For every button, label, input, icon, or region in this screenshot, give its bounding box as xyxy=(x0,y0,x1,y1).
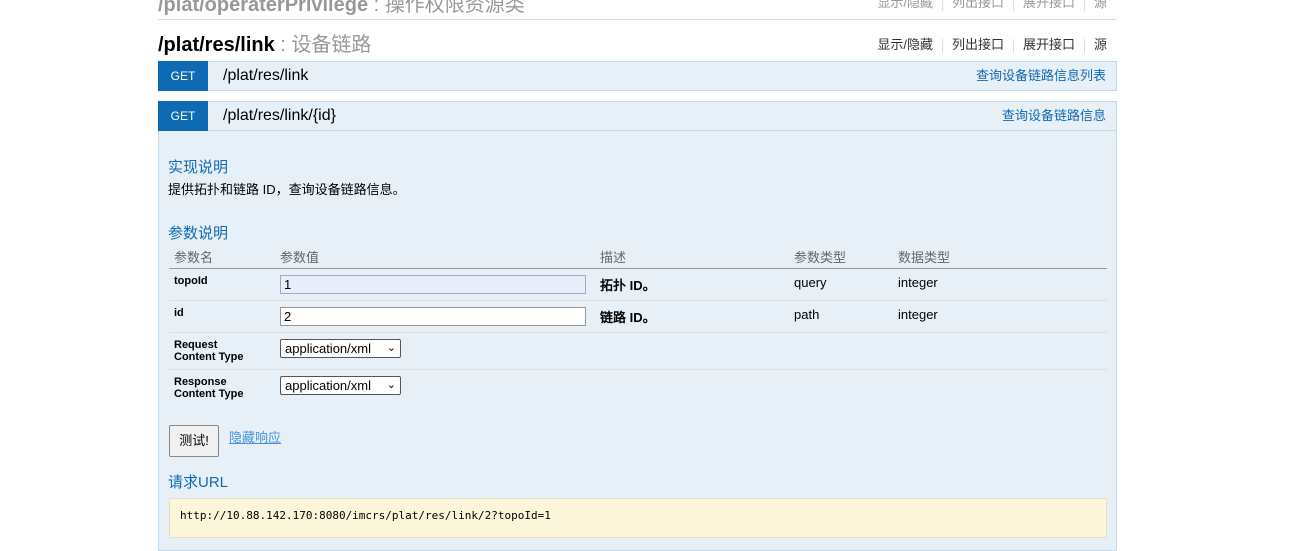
col-header-name: 参数名 xyxy=(169,245,275,269)
raw-link[interactable]: 源 xyxy=(1094,37,1107,52)
impl-notes-title: 实现说明 xyxy=(168,159,229,176)
chevron-down-icon: ⌄ xyxy=(386,342,396,354)
param-desc: 链路 ID。 xyxy=(595,300,789,333)
toggle-link[interactable]: 显示/隐藏 xyxy=(877,37,933,52)
prev-resource-ops: 显示/隐藏 列出接口 展开接口 源 xyxy=(877,0,1107,11)
table-row: id 链路 ID。 path integer xyxy=(169,300,1107,333)
list-operations-link[interactable]: 列出接口 xyxy=(952,37,1004,52)
hide-response-link[interactable]: 隐藏响应 xyxy=(229,427,281,446)
param-type: query xyxy=(789,268,893,301)
prev-list-link[interactable]: 列出接口 xyxy=(952,0,1004,10)
endpoint-path[interactable]: /plat/res/link/{id} xyxy=(223,102,336,130)
expand-operations-link[interactable]: 展开接口 xyxy=(1023,37,1075,52)
param-name: id xyxy=(169,300,275,333)
request-url-title: 请求URL xyxy=(168,474,229,491)
prev-expand-link[interactable]: 展开接口 xyxy=(1023,0,1075,10)
table-row: topoId 拓扑 ID。 query integer xyxy=(169,268,1107,301)
param-type: path xyxy=(789,300,893,333)
resource-title[interactable]: /plat/res/link : 设备链路 xyxy=(158,28,371,57)
try-it-out-button[interactable]: 测试! xyxy=(169,425,219,457)
endpoint-content: 实现说明 提供拓扑和链路 ID，查询设备链路信息。 参数说明 参数名 参数值 描… xyxy=(158,131,1117,551)
endpoint-get-link[interactable]: GET /plat/res/link/{id} 查询设备链路信息 xyxy=(158,101,1117,131)
col-header-desc: 描述 xyxy=(595,245,789,269)
param-desc: 拓扑 ID。 xyxy=(595,268,789,301)
resource-header: /plat/res/link : 设备链路 显示/隐藏 列出接口 展开接口 源 xyxy=(158,20,1117,60)
response-ct-label-2: Content Type xyxy=(174,388,244,400)
endpoint-summary[interactable]: 查询设备链路信息 xyxy=(1002,102,1106,130)
endpoint-list-links[interactable]: GET /plat/res/link 查询设备链路信息列表 xyxy=(158,61,1117,91)
params-table: 参数名 参数值 描述 参数类型 数据类型 topoId 拓扑 ID。 query… xyxy=(169,245,1107,406)
request-ct-label-2: Content Type xyxy=(174,351,244,363)
resource-ops: 显示/隐藏 列出接口 展开接口 源 xyxy=(877,34,1107,53)
col-header-data-type: 数据类型 xyxy=(893,245,1107,269)
response-content-type-row: Response Content Type application/xml ⌄ xyxy=(169,370,1107,407)
data-type: integer xyxy=(893,300,1107,333)
prev-resource-header: /plat/operaterPrivilege : 操作权限资源类 显示/隐藏 列… xyxy=(158,0,1117,20)
response-ct-label: Response xyxy=(174,376,227,388)
prev-resource-title[interactable]: /plat/operaterPrivilege : 操作权限资源类 xyxy=(158,0,525,17)
impl-notes-text: 提供拓扑和链路 ID，查询设备链路信息。 xyxy=(168,182,406,197)
topoid-input[interactable] xyxy=(280,275,586,294)
request-content-type-select[interactable]: application/xml ⌄ xyxy=(280,339,401,358)
endpoint-path[interactable]: /plat/res/link xyxy=(223,62,308,90)
method-badge[interactable]: GET xyxy=(158,61,208,91)
col-header-value: 参数值 xyxy=(275,245,595,269)
param-name: topoId xyxy=(169,268,275,301)
data-type: integer xyxy=(893,268,1107,301)
request-ct-label: Request xyxy=(174,339,218,351)
id-input[interactable] xyxy=(280,307,586,326)
prev-toggle-link[interactable]: 显示/隐藏 xyxy=(877,0,933,10)
request-content-type-row: Request Content Type application/xml ⌄ xyxy=(169,332,1107,370)
endpoint-summary[interactable]: 查询设备链路信息列表 xyxy=(976,62,1106,90)
chevron-down-icon: ⌄ xyxy=(386,379,396,391)
request-url-box: http://10.88.142.170:8080/imcrs/plat/res… xyxy=(169,498,1107,538)
response-content-type-select[interactable]: application/xml ⌄ xyxy=(280,376,401,395)
col-header-param-type: 参数类型 xyxy=(789,245,893,269)
params-title: 参数说明 xyxy=(168,225,229,242)
prev-raw-link[interactable]: 源 xyxy=(1094,0,1107,10)
method-badge[interactable]: GET xyxy=(158,101,208,131)
